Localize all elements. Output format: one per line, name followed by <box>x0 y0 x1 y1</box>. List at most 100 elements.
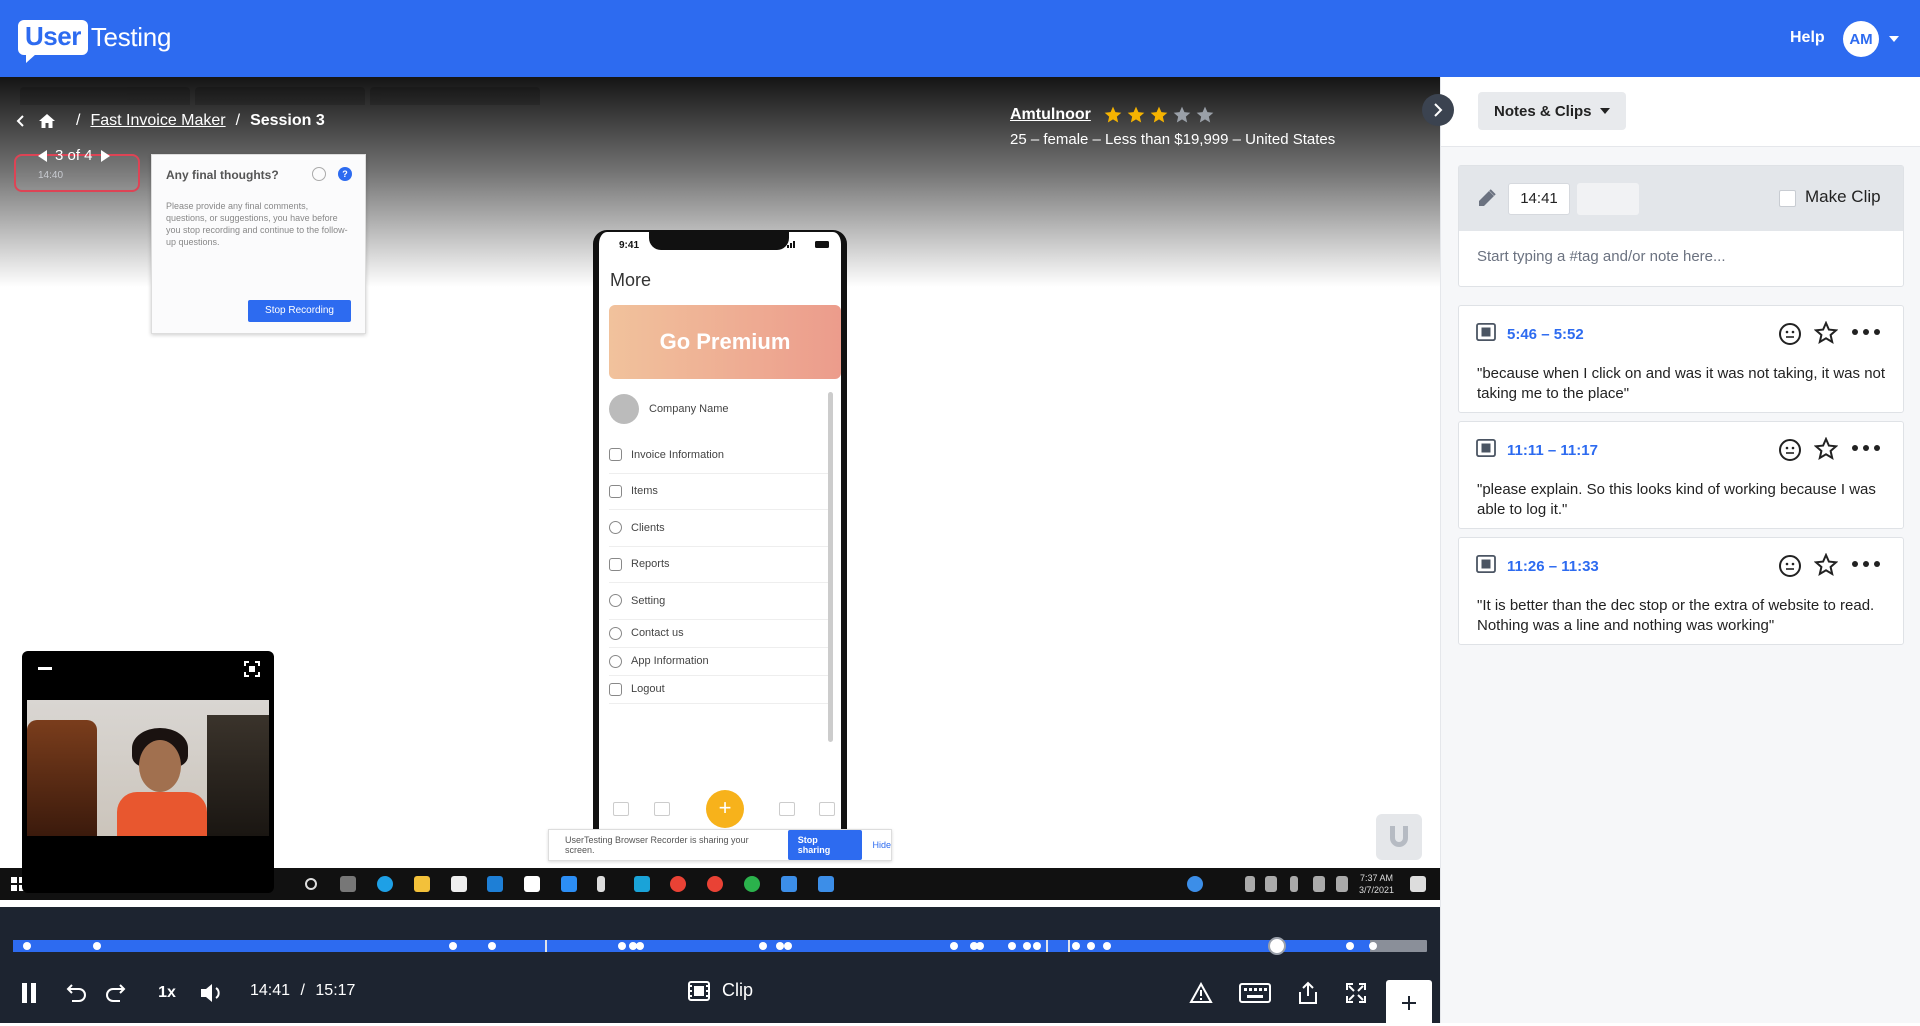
clip-end-input[interactable] <box>1577 183 1639 215</box>
chevron-down-icon[interactable] <box>1889 36 1899 42</box>
timeline-note-marker[interactable] <box>449 942 457 950</box>
cloud-icon <box>1265 876 1277 892</box>
timeline-note-marker[interactable] <box>759 942 767 950</box>
notes-clips-dropdown[interactable]: Notes & Clips <box>1478 92 1626 130</box>
timeline-note-marker[interactable] <box>776 942 784 950</box>
volume-button[interactable] <box>198 979 226 1007</box>
timeline-clip-marker[interactable] <box>545 940 547 952</box>
timeline-note-marker[interactable] <box>1023 942 1031 950</box>
more-options-icon[interactable] <box>1851 444 1881 452</box>
warning-icon <box>1189 982 1213 1003</box>
phone-scrollbar <box>828 392 833 742</box>
home-icon[interactable] <box>38 112 56 130</box>
share-button[interactable] <box>1294 979 1322 1007</box>
clip-card: 11:11 – 11:17 "please explain. So this l… <box>1458 421 1904 529</box>
folder-icon <box>414 876 430 892</box>
expand-icon[interactable] <box>244 661 260 677</box>
next-task-icon[interactable] <box>100 149 110 162</box>
bolt-icon <box>597 876 605 892</box>
clip-card: 5:46 – 5:52 "because when I click on and… <box>1458 305 1904 413</box>
usertesting-logo[interactable]: User Testing <box>18 18 172 63</box>
timeline-clip-marker[interactable] <box>1068 940 1070 952</box>
breadcrumb-project-link[interactable]: Fast Invoice Maker <box>90 112 225 130</box>
clip-time-range-link[interactable]: 11:11 – 11:17 <box>1507 442 1598 459</box>
sentiment-icon[interactable] <box>1778 554 1802 578</box>
timeline-note-marker[interactable] <box>23 942 31 950</box>
estimate-tab-icon <box>779 802 795 816</box>
pause-button[interactable] <box>18 979 40 1007</box>
amazon-icon <box>524 876 540 892</box>
star-filled-icon[interactable] <box>1103 105 1123 125</box>
timeline-note-marker[interactable] <box>1346 942 1354 950</box>
report-issue-button[interactable] <box>1187 979 1215 1007</box>
logo-text: Testing <box>90 21 172 52</box>
timeline-note-marker[interactable] <box>950 942 958 950</box>
timeline-note-marker[interactable] <box>636 942 644 950</box>
add-note-button[interactable] <box>1386 980 1432 1026</box>
star-filled-icon[interactable] <box>1149 105 1169 125</box>
phone-menu-item: Setting <box>609 583 831 620</box>
notes-panel: Notes & Clips 14:41 Make Clip Start typi… <box>1440 77 1920 1023</box>
note-timestamp-input[interactable]: 14:41 <box>1508 183 1570 215</box>
fullscreen-button[interactable] <box>1342 979 1370 1007</box>
timeline-clip-marker[interactable] <box>1046 940 1048 952</box>
company-row: Company Name <box>609 394 728 424</box>
notes-clips-label: Notes & Clips <box>1494 102 1592 120</box>
collapse-panel-button[interactable] <box>1422 94 1454 126</box>
logo-box: User <box>18 19 88 63</box>
chrome-alt-icon <box>707 876 723 892</box>
webcam-overlay[interactable] <box>22 651 274 893</box>
clip-quote: "please explain. So this looks kind of w… <box>1477 481 1876 518</box>
breadcrumb-session: Session 3 <box>250 112 325 129</box>
home-tab-icon <box>613 802 629 816</box>
timeline-scrubber[interactable] <box>13 937 1427 955</box>
timeline-note-marker[interactable] <box>1103 942 1111 950</box>
timeline-note-marker[interactable] <box>1369 942 1377 950</box>
timeline-note-marker[interactable] <box>1087 942 1095 950</box>
star-empty-icon[interactable] <box>1172 105 1192 125</box>
timeline-note-marker[interactable] <box>1033 942 1041 950</box>
make-clip-checkbox[interactable] <box>1779 190 1796 207</box>
more-options-icon[interactable] <box>1851 328 1881 336</box>
phone-status-bar: 9:41 <box>599 232 841 258</box>
star-empty-icon[interactable] <box>1195 105 1215 125</box>
participant-rating[interactable] <box>1103 105 1218 125</box>
more-options-icon[interactable] <box>1851 560 1881 568</box>
star-icon[interactable] <box>1814 553 1838 577</box>
star-icon[interactable] <box>1814 437 1838 461</box>
star-icon[interactable] <box>1814 321 1838 345</box>
timeline-note-marker[interactable] <box>488 942 496 950</box>
user-icon <box>609 521 622 535</box>
tag-icon <box>609 484 622 498</box>
playback-speed-button[interactable]: 1x <box>155 979 179 1007</box>
clip-button[interactable]: Clip <box>688 980 753 1001</box>
timeline-note-marker[interactable] <box>1072 942 1080 950</box>
sentiment-icon[interactable] <box>1778 438 1802 462</box>
back-chevron-icon[interactable] <box>14 114 28 128</box>
clip-time-range-link[interactable]: 5:46 – 5:52 <box>1507 326 1584 343</box>
timeline-note-marker[interactable] <box>784 942 792 950</box>
make-clip-label[interactable]: Make Clip <box>1805 187 1881 207</box>
notes-panel-header: Notes & Clips <box>1441 77 1920 147</box>
note-input[interactable]: Start typing a #tag and/or note here... <box>1477 248 1726 265</box>
clip-time-range-link[interactable]: 11:26 – 11:33 <box>1507 558 1599 575</box>
timeline-note-marker[interactable] <box>1008 942 1016 950</box>
help-link[interactable]: Help <box>1790 29 1825 47</box>
previous-task-icon[interactable] <box>38 149 47 162</box>
keyboard-shortcuts-button[interactable] <box>1238 979 1272 1007</box>
avatar[interactable]: AM <box>1843 21 1879 57</box>
timeline-note-marker[interactable] <box>618 942 626 950</box>
minimize-icon[interactable] <box>38 667 52 670</box>
participant-name-link[interactable]: Amtulnoor <box>1010 106 1091 124</box>
rewind-5-button[interactable] <box>62 979 90 1007</box>
notification-icon <box>1410 876 1426 892</box>
timeline-note-marker[interactable] <box>976 942 984 950</box>
sentiment-icon[interactable] <box>1778 322 1802 346</box>
forward-5-button[interactable] <box>102 979 130 1007</box>
invoice-tab-icon <box>654 802 670 816</box>
timeline-playhead[interactable] <box>1268 937 1286 955</box>
phone-menu-item: Contact us <box>609 620 831 648</box>
star-filled-icon[interactable] <box>1126 105 1146 125</box>
timeline-note-marker[interactable] <box>93 942 101 950</box>
clip-card: 11:26 – 11:33 "It is better than the dec… <box>1458 537 1904 645</box>
